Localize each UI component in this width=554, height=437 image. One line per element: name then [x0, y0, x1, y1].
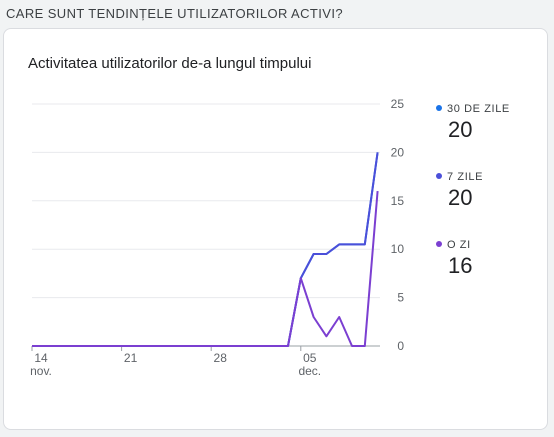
- legend-label-7-days: 7 ZILE: [436, 171, 483, 183]
- legend-dot-7-days: [436, 173, 442, 180]
- y-tick-label-25: 25: [391, 97, 405, 111]
- legend-item-7-days[interactable]: 7 ZILE 20: [436, 171, 483, 211]
- legend-dot-30-days: [436, 105, 442, 112]
- legend-label-1-day: O ZI: [436, 239, 472, 251]
- legend-value-7-days: 20: [448, 185, 473, 210]
- x-tick-label-28: 28: [214, 351, 228, 365]
- x-tick-label-14: 14: [34, 351, 48, 365]
- y-tick-label-5: 5: [397, 291, 404, 305]
- legend-item-30-days[interactable]: 30 DE ZILE 20: [436, 103, 510, 143]
- legend-item-1-day[interactable]: O ZI 16: [436, 239, 472, 279]
- legend-label-30-days: 30 DE ZILE: [436, 103, 510, 115]
- section-title: CARE SUNT TENDINȚELE UTILIZATORILOR ACTI…: [6, 6, 343, 21]
- y-tick-label-15: 15: [391, 194, 405, 208]
- x-tick-sublabel-14: nov.: [30, 364, 52, 378]
- legend-dot-1-day: [436, 241, 442, 248]
- legend-value-1-day: 16: [448, 253, 473, 278]
- y-tick-label-20: 20: [391, 145, 405, 159]
- user-activity-card: Activitatea utilizatorilor de-a lungul t…: [3, 28, 548, 430]
- activity-line-chart: 051015202514nov.21 28 05dec.: [30, 97, 405, 378]
- y-tick-label-10: 10: [391, 242, 405, 256]
- x-tick-sublabel-05: dec.: [298, 364, 321, 378]
- x-tick-label-05: 05: [303, 351, 317, 365]
- legend-value-30-days: 20: [448, 117, 473, 142]
- y-tick-label-0: 0: [397, 339, 404, 353]
- series-line-2: [32, 191, 379, 347]
- x-tick-label-21: 21: [124, 351, 138, 365]
